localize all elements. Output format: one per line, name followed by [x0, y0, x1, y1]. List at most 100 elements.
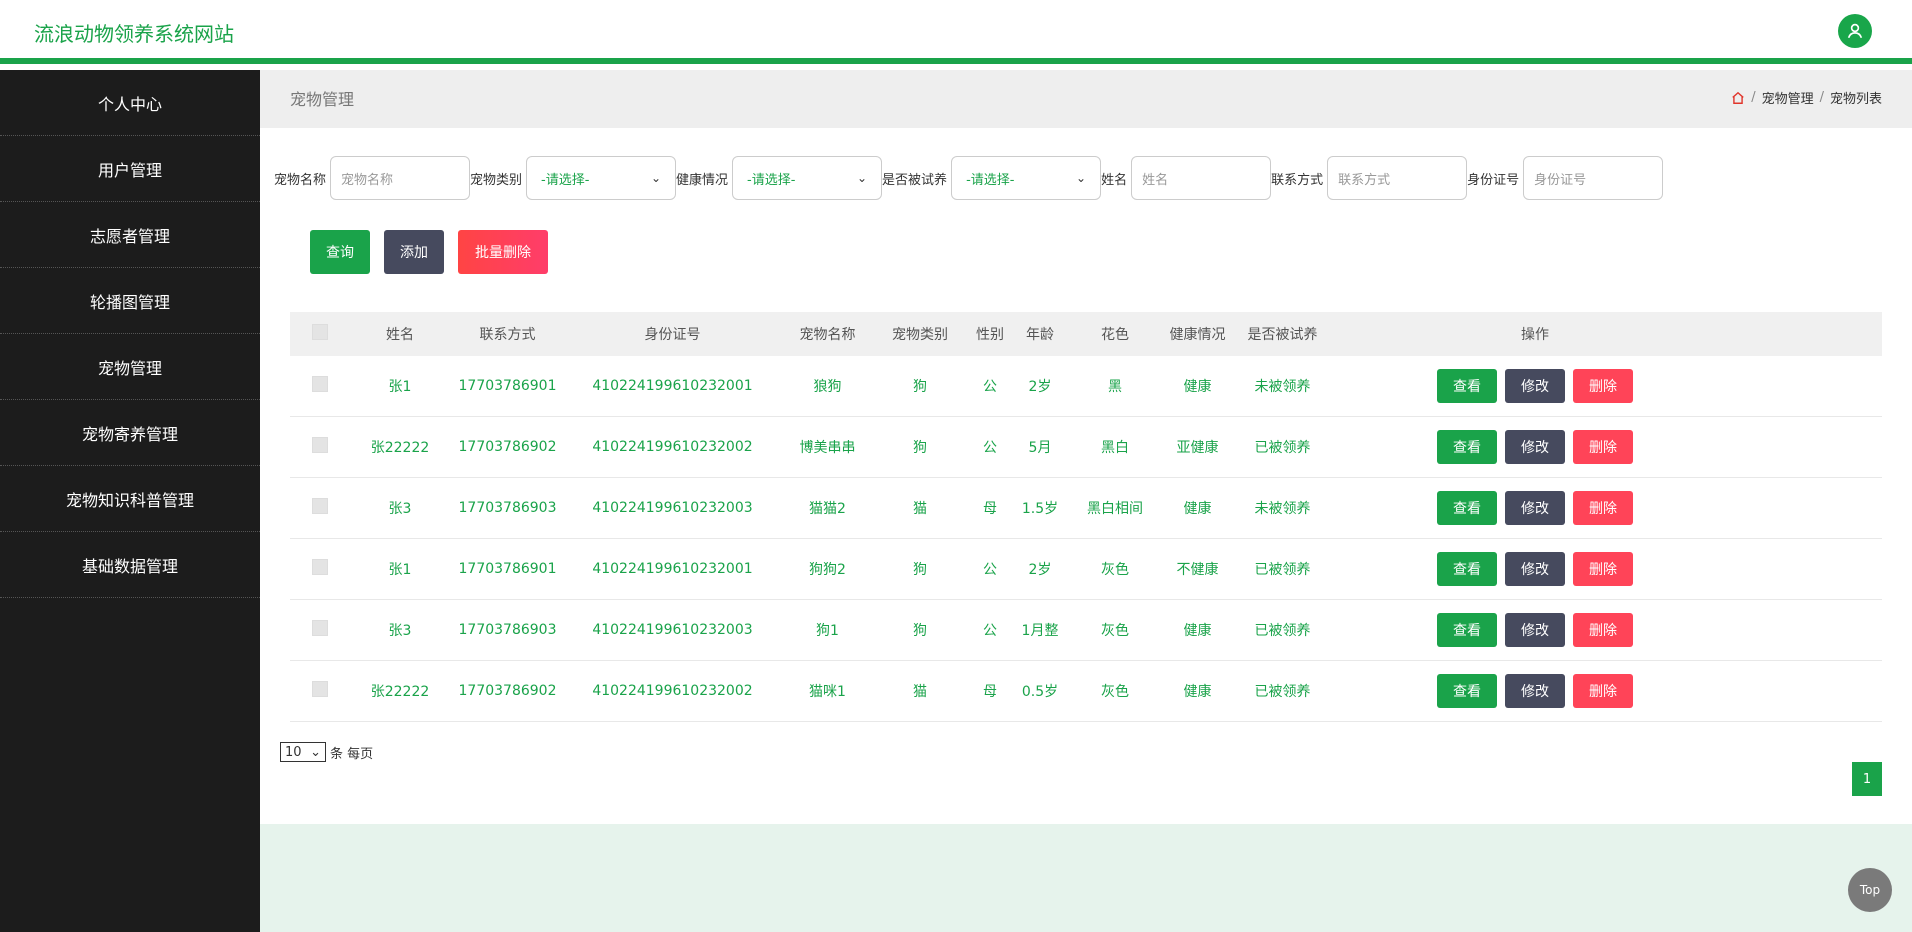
pet-type-cell: 狗: [913, 623, 927, 639]
chevron-down-icon: ⌄: [650, 171, 662, 185]
gender-cell: 公: [983, 623, 997, 639]
pet-name-cell: 猫咪1: [809, 684, 846, 700]
breadcrumb-level2: 宠物列表: [1829, 92, 1882, 107]
sidebar-item-carousel[interactable]: 轮播图管理: [0, 268, 260, 334]
sidebar-item-pet-boarding[interactable]: 宠物寄养管理: [0, 400, 260, 466]
query-button[interactable]: 查询: [310, 230, 370, 274]
batch-delete-button[interactable]: 批量删除: [458, 230, 548, 274]
phone-cell: 17703786902: [458, 439, 557, 455]
chevron-down-icon: ⌄: [1076, 171, 1087, 185]
idcard-input[interactable]: 身份证号: [1523, 156, 1664, 200]
select-all-checkbox[interactable]: [312, 324, 328, 340]
edit-button[interactable]: 修改: [1505, 430, 1565, 464]
row-checkbox[interactable]: [312, 376, 328, 392]
search-form: 宠物名称 宠物名称 宠物类别 -请选择- ⌄ 健康情况 -请选择- ⌄ 是否被试养 …: [274, 156, 1664, 200]
color-cell: 黑白: [1101, 440, 1129, 456]
pet-type-label: 宠物类别: [470, 172, 523, 188]
delete-button[interactable]: 删除: [1573, 674, 1633, 708]
table-row: 张3 17703786903 410224199610232003 狗1 狗 公 1月整 灰色…: [290, 600, 1882, 661]
user-avatar[interactable]: [1838, 14, 1872, 48]
adopted-label: 是否被试养: [882, 172, 948, 188]
page-title: 宠物管理: [290, 90, 355, 109]
view-button[interactable]: 查看: [1437, 674, 1497, 708]
name-input[interactable]: 姓名: [1131, 156, 1272, 200]
table-body: 张1 17703786901 410224199610232001 狼狗狗公 2岁黑健康…: [290, 356, 1882, 722]
edit-button[interactable]: 修改: [1505, 369, 1565, 403]
pet-type-value: -请选择-: [541, 172, 590, 188]
view-button[interactable]: 查看: [1437, 613, 1497, 647]
add-button[interactable]: 添加: [384, 230, 444, 274]
column-header: 年龄: [1026, 327, 1054, 343]
delete-button[interactable]: 删除: [1573, 369, 1633, 403]
table-row: 张1 17703786901 410224199610232001 狼狗 狗 公 2岁 黑 健康…: [290, 356, 1882, 417]
sidebar-item-base-data[interactable]: 基础数据管理: [0, 532, 260, 598]
health-value: -请选择-: [747, 172, 796, 188]
row-checkbox[interactable]: [312, 559, 328, 575]
view-button[interactable]: 查看: [1437, 491, 1497, 525]
phone-cell: 17703786903: [458, 500, 557, 516]
page-number-button[interactable]: 1: [1852, 762, 1882, 796]
page-size-control: 10 ⌄ 条 每页: [280, 742, 373, 762]
age-cell: 1月整: [1021, 623, 1059, 639]
page-size-select[interactable]: 10 ⌄: [280, 742, 326, 762]
edit-button[interactable]: 修改: [1505, 613, 1565, 647]
gender-cell: 母: [983, 501, 997, 517]
adopted-select[interactable]: -请选择- ⌄: [951, 156, 1102, 200]
sidebar-item-users[interactable]: 用户管理: [0, 136, 260, 202]
health-cell: 健康: [1183, 379, 1212, 395]
health-cell: 健康: [1183, 501, 1212, 517]
edit-button[interactable]: 修改: [1505, 552, 1565, 586]
chevron-down-icon: ⌄: [310, 744, 321, 760]
idcard-cell: 410224199610232001: [592, 378, 753, 394]
delete-button[interactable]: 删除: [1573, 430, 1633, 464]
phone-cell: 17703786901: [458, 561, 557, 577]
row-checkbox[interactable]: [312, 681, 328, 697]
breadcrumb-level1[interactable]: 宠物管理: [1762, 88, 1814, 107]
column-header: 是否被试养: [1247, 327, 1318, 343]
sidebar-item-label: 个人中心: [97, 94, 162, 114]
sidebar-item-volunteers[interactable]: 志愿者管理: [0, 202, 260, 268]
main-content: 宠物管理 / 宠物管理 / 宠物列表 宠物名称 宠物名称 宠物类别 -请选择- ⌄…: [260, 70, 1912, 932]
back-to-top-button[interactable]: Top: [1848, 868, 1892, 912]
home-icon[interactable]: [1731, 91, 1745, 105]
sidebar-item-label: 轮播图管理: [89, 292, 170, 312]
sidebar-item-label: 宠物知识科普管理: [65, 490, 194, 510]
name-cell: 张22222: [370, 684, 430, 700]
sidebar-item-label: 志愿者管理: [89, 226, 170, 246]
adopted-cell: 未被领养: [1254, 501, 1311, 517]
age-cell: 1.5岁: [1021, 501, 1059, 517]
row-checkbox[interactable]: [312, 437, 328, 453]
sidebar-item-label: 用户管理: [97, 160, 162, 180]
phone-input[interactable]: 联系方式: [1327, 156, 1468, 200]
pet-name-input[interactable]: 宠物名称: [330, 156, 471, 200]
pet-type-cell: 狗: [913, 440, 927, 456]
adopted-value: -请选择-: [966, 172, 1015, 188]
view-button[interactable]: 查看: [1437, 369, 1497, 403]
sidebar-item-pets[interactable]: 宠物管理: [0, 334, 260, 400]
row-actions: 查看 修改 删除: [1335, 674, 1735, 708]
name-label: 姓名: [1101, 172, 1128, 188]
pet-name-cell: 博美串串: [799, 440, 856, 456]
pet-name-cell: 狗狗2: [809, 562, 846, 578]
sidebar-item-personal-center[interactable]: 个人中心: [0, 70, 260, 136]
row-checkbox[interactable]: [312, 620, 328, 636]
view-button[interactable]: 查看: [1437, 430, 1497, 464]
delete-button[interactable]: 删除: [1573, 613, 1633, 647]
phone-cell: 17703786901: [458, 378, 557, 394]
pet-table: 姓名 联系方式 身份证号 宠物名称 宠物类别 性别 年龄 花色 健康情况 是否被…: [290, 312, 1882, 722]
color-cell: 灰色: [1101, 623, 1129, 639]
health-select[interactable]: -请选择- ⌄: [732, 156, 883, 200]
pet-type-select[interactable]: -请选择- ⌄: [526, 156, 677, 200]
sidebar-item-pet-knowledge[interactable]: 宠物知识科普管理: [0, 466, 260, 532]
column-header: 性别: [976, 327, 1004, 343]
table-row: 张22222 17703786902 410224199610232002 博美串串 狗…: [290, 417, 1882, 478]
table-row: 张3 17703786903 410224199610232003 猫猫2 猫 母 1.5岁…: [290, 478, 1882, 539]
edit-button[interactable]: 修改: [1505, 491, 1565, 525]
table-row: 张1 17703786901 410224199610232001 狗狗2 狗 公 2岁 灰色…: [290, 539, 1882, 600]
view-button[interactable]: 查看: [1437, 552, 1497, 586]
edit-button[interactable]: 修改: [1505, 674, 1565, 708]
breadcrumb-separator: /: [1819, 90, 1824, 105]
row-checkbox[interactable]: [312, 498, 328, 514]
delete-button[interactable]: 删除: [1573, 552, 1633, 586]
delete-button[interactable]: 删除: [1573, 491, 1633, 525]
